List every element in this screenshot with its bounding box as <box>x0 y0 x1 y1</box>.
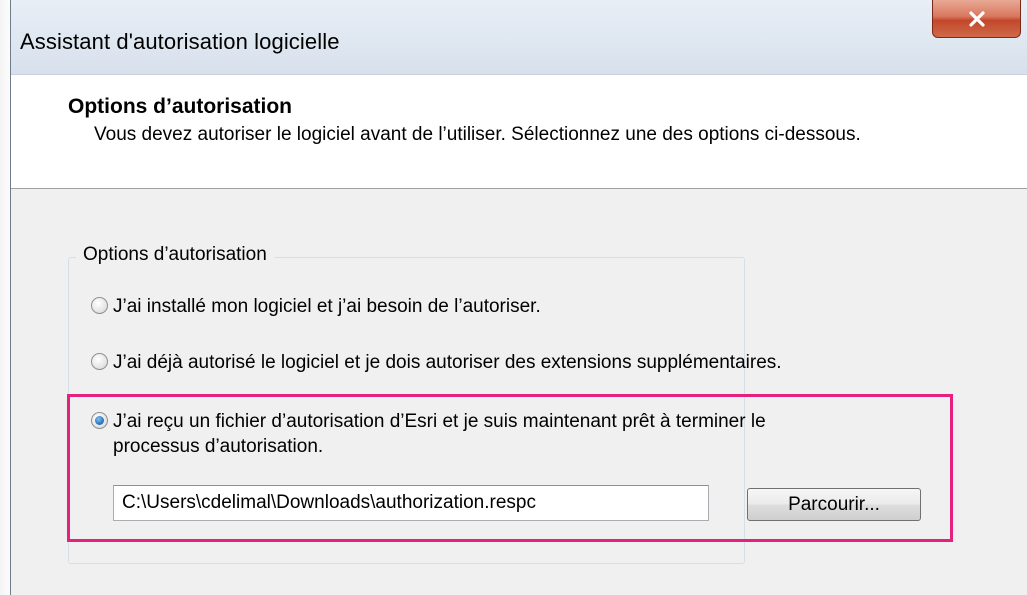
authorization-wizard-window: Assistant d'autorisation logicielle Opti… <box>10 0 1027 595</box>
screenshot-stage: Assistant d'autorisation logicielle Opti… <box>0 0 1027 595</box>
wizard-header: Options d’autorisation Vous devez autori… <box>11 74 1027 189</box>
option-label: J’ai reçu un fichier d’autorisation d’Es… <box>113 411 766 457</box>
options-group-legend: Options d’autorisation <box>76 244 274 266</box>
option-complete-authorization-file[interactable]: J’ai reçu un fichier d’autorisation d’Es… <box>91 409 851 459</box>
page-description: Vous devez autoriser le logiciel avant d… <box>94 124 861 145</box>
option-label: J’ai déjà autorisé le logiciel et je doi… <box>113 352 782 373</box>
wizard-body: Options d’autorisation J’ai installé mon… <box>11 189 1027 595</box>
authorization-file-path-input[interactable] <box>113 485 709 521</box>
option-authorize-extensions[interactable]: J’ai déjà autorisé le logiciel et je doi… <box>91 350 911 375</box>
option-authorize-software[interactable]: J’ai installé mon logiciel et j’ai besoi… <box>91 294 711 319</box>
close-icon <box>968 10 985 27</box>
title-bar[interactable]: Assistant d'autorisation logicielle <box>11 0 1027 74</box>
close-button[interactable] <box>932 0 1021 38</box>
page-title: Options d’autorisation <box>68 95 292 118</box>
option-label: J’ai installé mon logiciel et j’ai besoi… <box>113 296 541 317</box>
radio-button-selected[interactable] <box>91 412 108 429</box>
radio-button[interactable] <box>91 353 108 370</box>
browse-button[interactable]: Parcourir... <box>747 488 921 521</box>
radio-button[interactable] <box>91 297 108 314</box>
window-title: Assistant d'autorisation logicielle <box>20 29 340 54</box>
